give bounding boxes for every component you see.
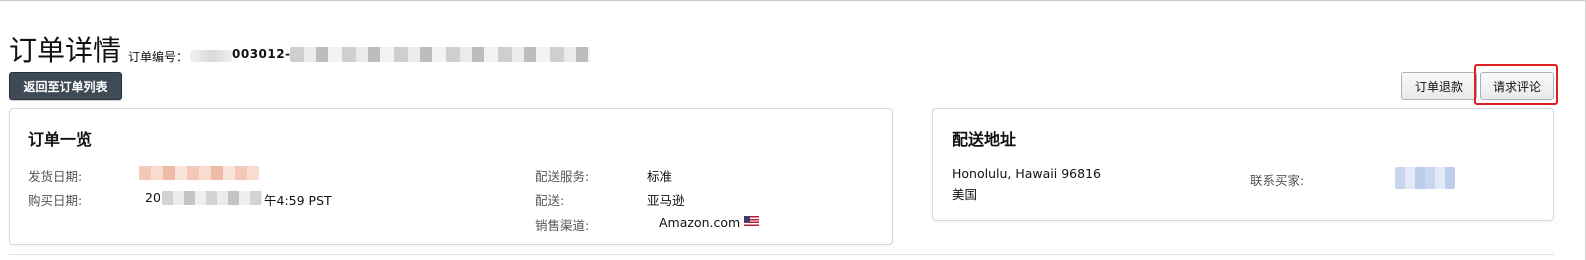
shipping-service-value: 标准 — [647, 169, 673, 184]
shipping-service-label: 配送服务: — [535, 169, 590, 184]
contact-buyer-link-redacted[interactable] — [1395, 167, 1455, 189]
next-section-divider — [9, 254, 1554, 255]
purchase-date-redacted — [162, 191, 262, 205]
shipping-address-panel: 配送地址 Honolulu, Hawaii 96816 美国 联系买家: — [932, 108, 1554, 221]
order-summary-panel: 订单一览 发货日期: 购买日期: 20 午4:59 PST 配送服务: 标准 配… — [9, 108, 893, 245]
address-country: 美国 — [952, 187, 978, 202]
shipping-address-title: 配送地址 — [952, 130, 1017, 149]
sales-channel-label: 销售渠道: — [535, 218, 590, 233]
order-id-redacted — [190, 50, 232, 62]
order-summary-title: 订单一览 — [28, 130, 93, 149]
request-review-highlight — [1474, 64, 1558, 105]
order-id-redacted — [290, 47, 590, 62]
sales-channel-value: Amazon.com — [659, 215, 741, 230]
fulfillment-label: 配送: — [535, 193, 565, 208]
back-to-order-list-button[interactable]: 返回至订单列表 — [9, 72, 122, 100]
page-title: 订单详情 — [9, 34, 122, 67]
fulfillment-value: 亚马逊 — [647, 193, 685, 208]
contact-buyer-label: 联系买家: — [1250, 173, 1305, 188]
order-id-label: 订单编号： — [128, 50, 189, 64]
purchase-date-prefix: 20 — [145, 190, 161, 205]
refund-order-button[interactable]: 订单退款 — [1401, 72, 1477, 100]
ship-date-redacted — [139, 166, 259, 180]
us-flag-icon — [744, 216, 759, 226]
top-divider — [0, 0, 1586, 1]
address-line-1: Honolulu, Hawaii 96816 — [952, 166, 1101, 181]
purchase-date-suffix: 午4:59 PST — [264, 193, 332, 208]
ship-date-label: 发货日期: — [28, 169, 83, 184]
purchase-date-label: 购买日期: — [28, 193, 83, 208]
